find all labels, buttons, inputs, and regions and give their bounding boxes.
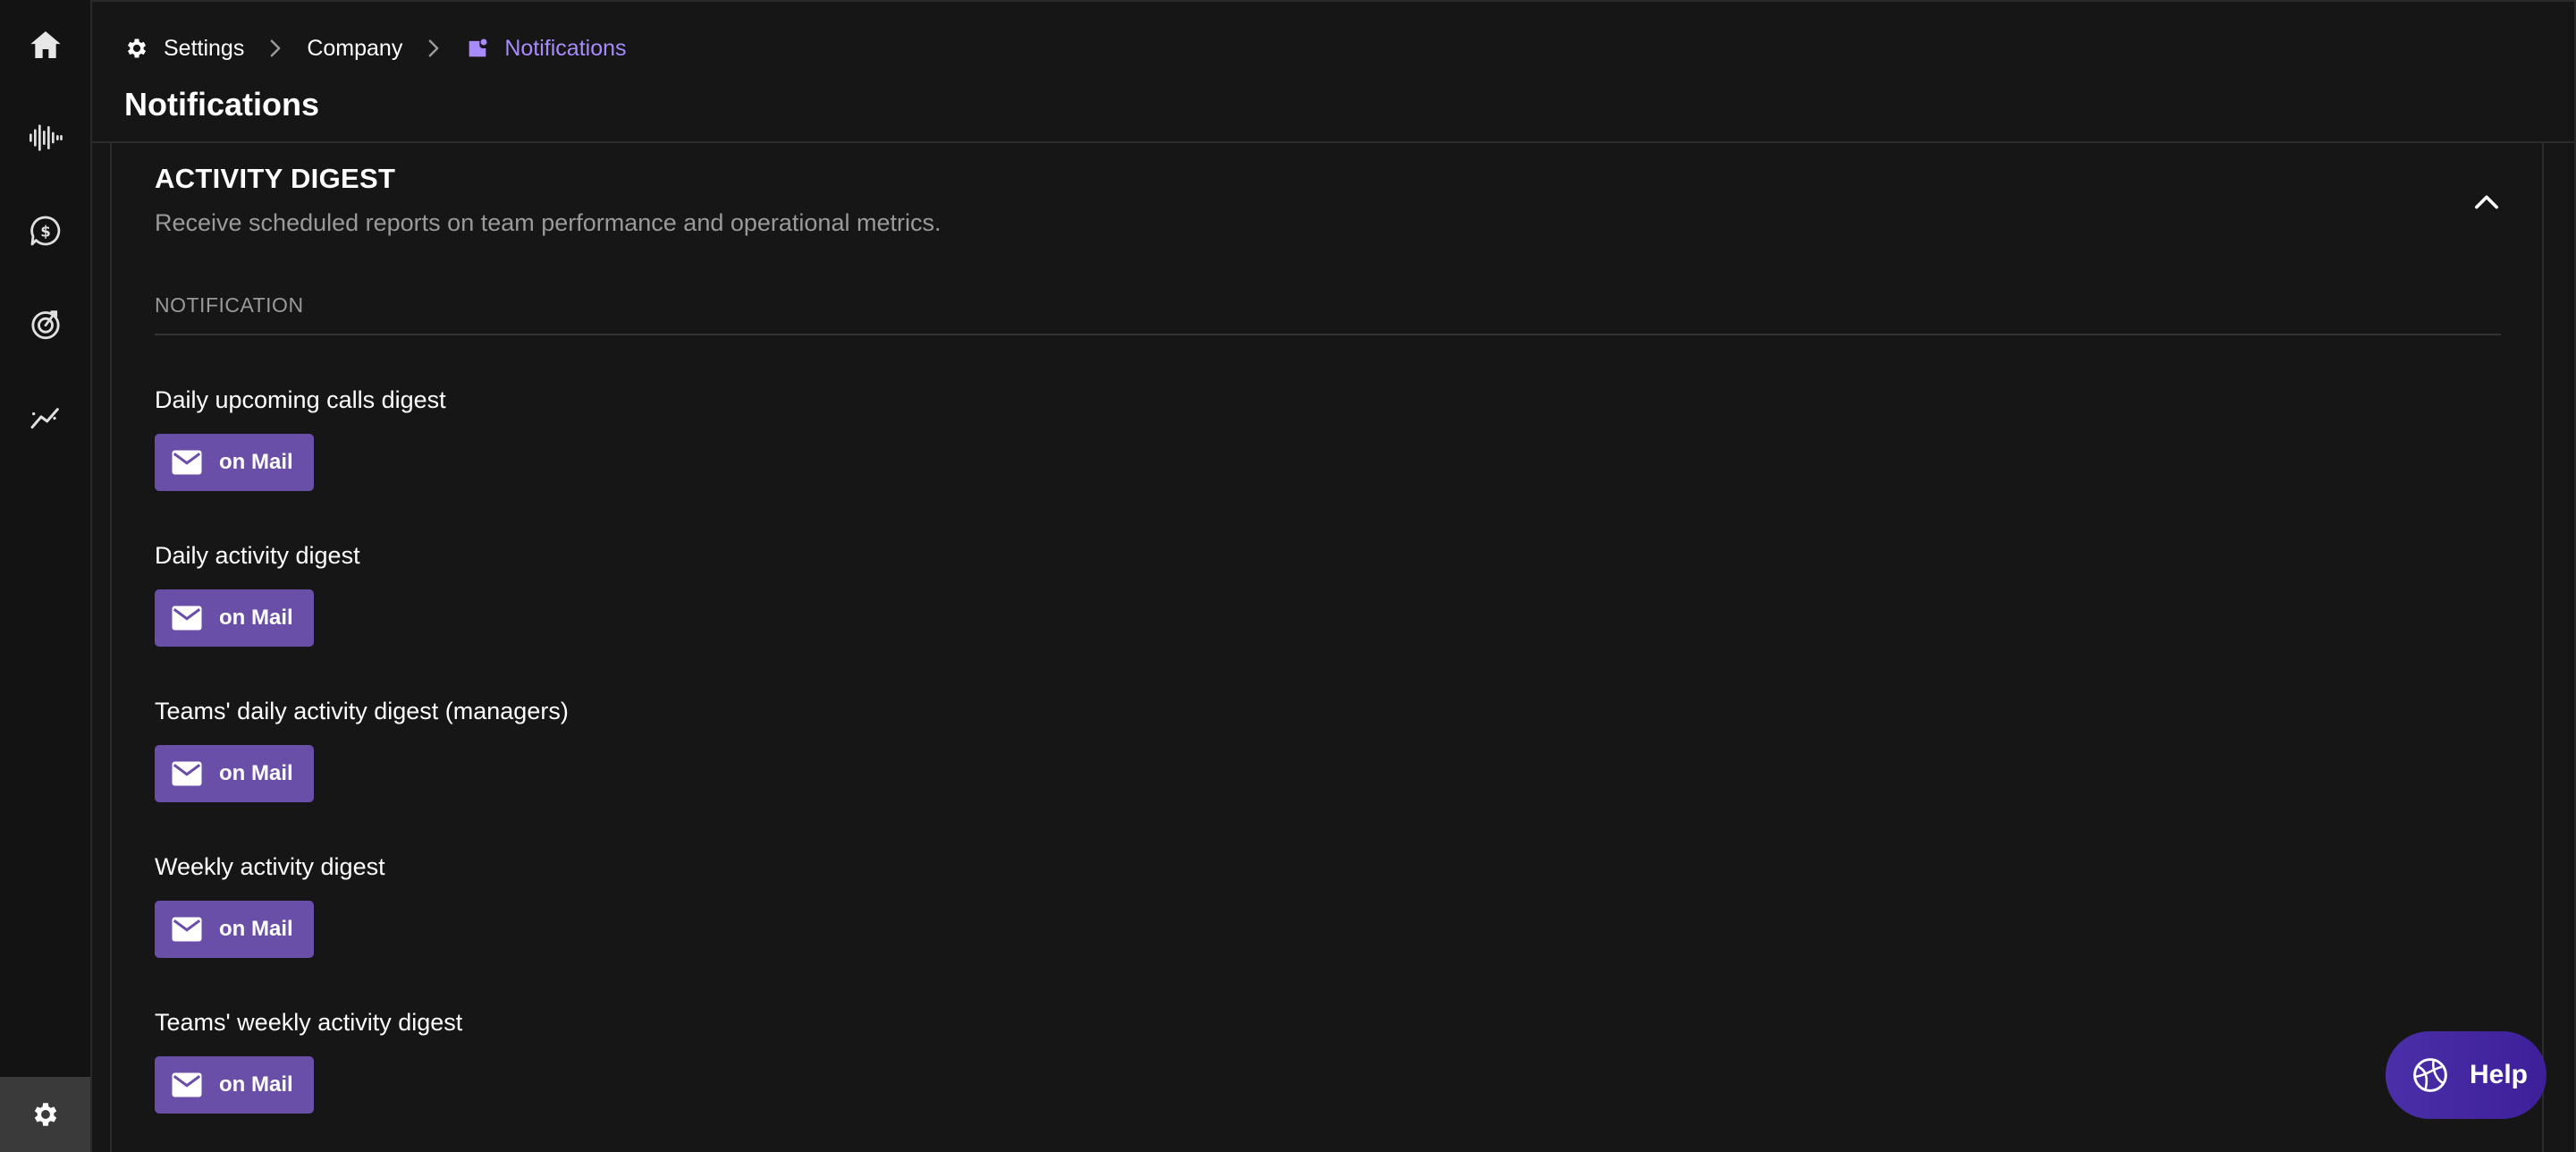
sidebar-item-goals[interactable] bbox=[0, 288, 90, 360]
chevron-up-icon bbox=[2474, 195, 2499, 209]
mail-icon bbox=[172, 917, 202, 942]
sidebar-item-calls[interactable] bbox=[0, 102, 90, 174]
on-mail-button[interactable]: on Mail bbox=[155, 901, 314, 958]
breadcrumb-company[interactable]: Company bbox=[307, 36, 402, 62]
chevron-right-icon bbox=[426, 38, 442, 58]
notification-label: Teams' daily activity digest (managers) bbox=[155, 698, 569, 724]
svg-text:$: $ bbox=[40, 224, 51, 241]
sidebar-item-settings[interactable] bbox=[0, 1077, 90, 1152]
activity-digest-panel: ACTIVITY DIGEST Receive scheduled report… bbox=[110, 143, 2544, 1152]
breadcrumb-company-label: Company bbox=[307, 35, 403, 61]
chevron-right-icon bbox=[267, 38, 283, 58]
list-item: Daily activity digest on Mail bbox=[155, 540, 569, 696]
notification-list: Daily upcoming calls digest on Mail Dail… bbox=[155, 385, 569, 1152]
section-title: ACTIVITY DIGEST bbox=[155, 163, 396, 194]
list-item: Weekly activity digest on Mail bbox=[155, 851, 569, 1007]
gear-icon bbox=[127, 38, 147, 58]
notification-label: Daily activity digest bbox=[155, 542, 360, 569]
sidebar-item-insights[interactable] bbox=[0, 381, 90, 453]
on-mail-button-label: on Mail bbox=[219, 917, 293, 941]
target-icon bbox=[30, 310, 60, 340]
column-divider bbox=[155, 334, 2501, 335]
column-header-notification: NOTIFICATION bbox=[155, 293, 304, 317]
home-icon bbox=[30, 31, 61, 58]
breadcrumb-settings-label: Settings bbox=[164, 35, 245, 61]
on-mail-button-label: on Mail bbox=[219, 761, 293, 785]
on-mail-button[interactable]: on Mail bbox=[155, 1056, 314, 1114]
main-content: Settings Company Notifications Notificat… bbox=[92, 0, 2576, 1152]
collapse-section-button[interactable] bbox=[2467, 182, 2506, 222]
page-header: Settings Company Notifications Notificat… bbox=[92, 2, 2574, 143]
section-description: Receive scheduled reports on team perfor… bbox=[155, 209, 942, 236]
list-item: Teams' weekly activity digest on Mail bbox=[155, 1007, 569, 1152]
waveform-icon bbox=[29, 124, 63, 151]
gear-icon bbox=[34, 1103, 56, 1126]
notification-label: Teams' weekly activity digest bbox=[155, 1009, 463, 1036]
mail-icon bbox=[172, 606, 202, 631]
notification-label: Daily upcoming calls digest bbox=[155, 386, 446, 413]
on-mail-button[interactable]: on Mail bbox=[155, 589, 314, 647]
on-mail-button-label: on Mail bbox=[219, 450, 293, 474]
sidebar: $ bbox=[0, 0, 92, 1152]
help-button[interactable]: Help bbox=[2386, 1031, 2546, 1119]
breadcrumb: Settings Company Notifications bbox=[124, 32, 627, 64]
mail-icon bbox=[172, 1072, 202, 1097]
breadcrumb-settings[interactable]: Settings bbox=[124, 36, 244, 62]
on-mail-button[interactable]: on Mail bbox=[155, 745, 314, 802]
breadcrumb-notifications[interactable]: Notifications bbox=[465, 35, 627, 62]
trend-chart-icon bbox=[30, 408, 59, 429]
on-mail-button-label: on Mail bbox=[219, 1072, 293, 1097]
breadcrumb-notifications-label: Notifications bbox=[504, 35, 627, 61]
mail-icon bbox=[172, 450, 202, 475]
list-item: Daily upcoming calls digest on Mail bbox=[155, 385, 569, 540]
on-mail-button-label: on Mail bbox=[219, 606, 293, 630]
notification-badge-icon bbox=[469, 38, 487, 57]
sidebar-item-home[interactable] bbox=[0, 9, 90, 80]
on-mail-button[interactable]: on Mail bbox=[155, 434, 314, 491]
deal-dollar-icon: $ bbox=[30, 216, 60, 246]
mail-icon bbox=[172, 761, 202, 786]
notification-label: Weekly activity digest bbox=[155, 853, 385, 880]
app-root: $ Settings Company Notifications Notific… bbox=[0, 0, 2576, 1152]
page-title: Notifications bbox=[124, 86, 320, 123]
list-item: Teams' daily activity digest (managers) … bbox=[155, 696, 569, 851]
help-globe-icon bbox=[2413, 1058, 2447, 1092]
sidebar-item-deals[interactable]: $ bbox=[0, 195, 90, 267]
help-button-label: Help bbox=[2470, 1060, 2529, 1089]
